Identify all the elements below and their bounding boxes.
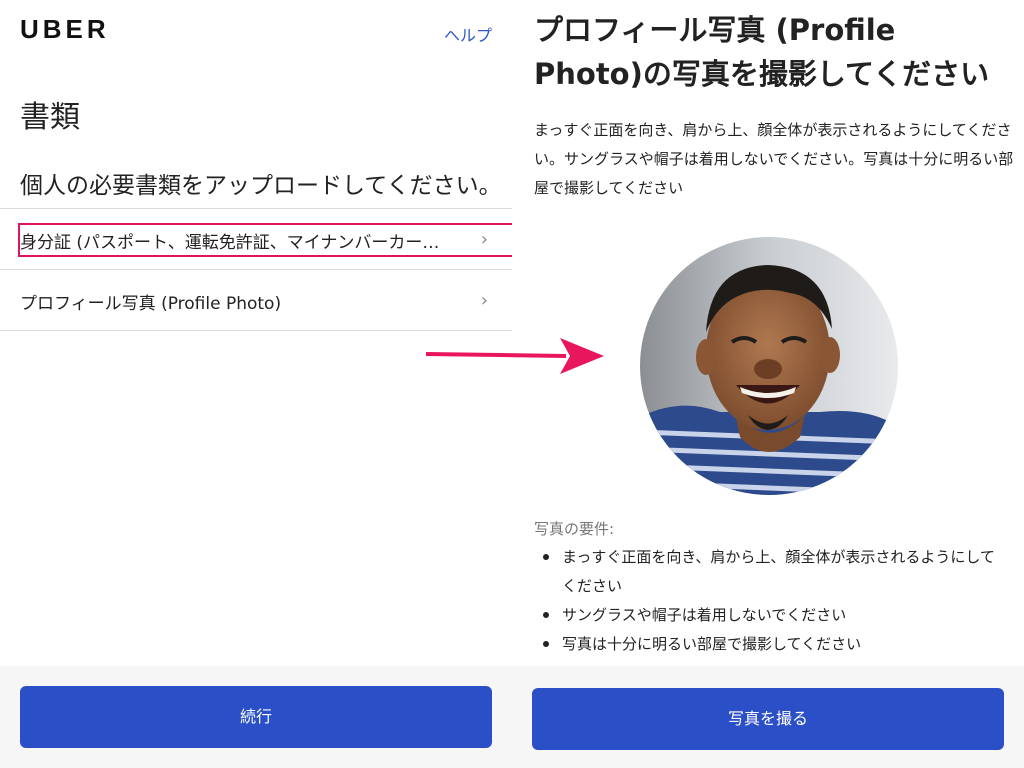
requirement-item: 写真は十分に明るい部屋で撮影してください [534,630,1004,659]
document-item-label: プロフィール写真 (Profile Photo) [20,294,282,314]
requirement-item: まっすぐ正面を向き、肩から上、顔全体が表示されるようにしてください [534,543,1004,601]
continue-button[interactable]: 続行 [20,686,492,748]
documents-screen: UBER ヘルプ 書類 個人の必要書類をアップロードしてください。 身分証 (パ… [0,0,512,768]
requirements-title: 写真の要件: [534,520,615,538]
uber-logo: UBER [20,14,110,44]
profile-photo-screen: プロフィール写真 (Profile Photo)の写真を撮影してください まっす… [512,0,1024,768]
page-title: プロフィール写真 (Profile Photo)の写真を撮影してください [534,13,990,91]
requirement-item: サングラスや帽子は着用しないでください [534,601,1004,630]
document-list: 身分証 (パスポート、運転免許証、マイナンバーカード... › プロフィール写真… [0,208,512,331]
document-item-id[interactable]: 身分証 (パスポート、運転免許証、マイナンバーカード... › [0,209,512,270]
smiling-man-illustration [640,237,898,495]
document-item-profile-photo[interactable]: プロフィール写真 (Profile Photo) › [0,270,512,331]
help-link[interactable]: ヘルプ [444,22,492,46]
sample-profile-photo [640,237,898,495]
document-item-label: 身分証 (パスポート、運転免許証、マイナンバーカード... [20,233,450,253]
requirements-list: まっすぐ正面を向き、肩から上、顔全体が表示されるようにしてください サングラスや… [534,543,1004,659]
page-subtitle: 個人の必要書類をアップロードしてください。 [20,173,502,199]
take-photo-button[interactable]: 写真を撮る [532,688,1004,750]
chevron-right-icon: › [480,290,488,311]
instructions-text: まっすぐ正面を向き、肩から上、顔全体が表示されるようにしてください。サングラスや… [534,121,1014,197]
page-title: 書類 [20,100,80,135]
chevron-right-icon: › [480,229,488,250]
